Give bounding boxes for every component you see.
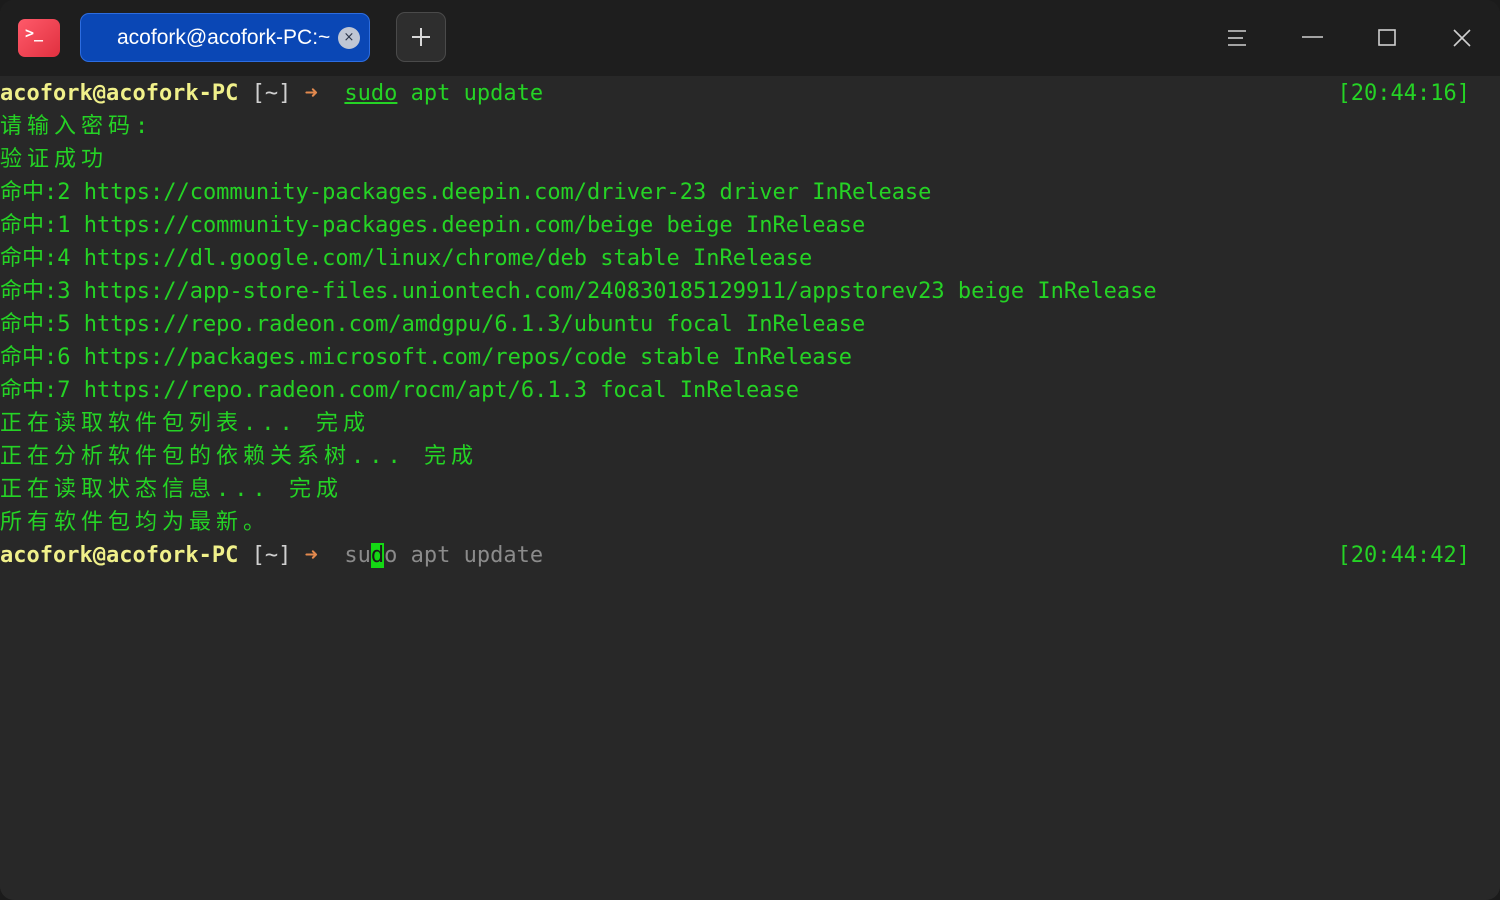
output-line: 正在分析软件包的依赖关系树... 完成	[0, 444, 478, 469]
app-icon-glyph: >_	[25, 24, 44, 42]
prompt-dir: [~]	[251, 543, 292, 568]
output-line: 命中:1 https://community-packages.deepin.c…	[0, 213, 866, 238]
terminal-content[interactable]: acofork@acofork-PC [~] ➜ sudo apt update…	[0, 76, 1500, 900]
output-line: 请输入密码:	[0, 114, 154, 139]
output-line: 验证成功	[0, 147, 109, 172]
prompt-dir: [~]	[251, 81, 292, 106]
new-tab-button[interactable]	[396, 12, 446, 62]
prompt-user-host: acofork@acofork-PC	[0, 543, 239, 568]
title-bar: >_ acofork@acofork-PC:~ ×	[0, 0, 1500, 76]
prompt-timestamp: [20:44:42]	[1337, 543, 1470, 568]
command-sudo: sudo	[344, 81, 398, 106]
typed-text: su	[344, 543, 371, 568]
minimize-icon[interactable]	[1292, 18, 1332, 58]
output-line: 命中:7 https://repo.radeon.com/rocm/apt/6.…	[0, 378, 799, 403]
terminal-app-icon[interactable]: >_	[18, 19, 60, 57]
close-icon[interactable]	[1442, 18, 1482, 58]
output-line: 命中:3 https://app-store-files.uniontech.c…	[0, 279, 1157, 304]
output-line: 命中:4 https://dl.google.com/linux/chrome/…	[0, 246, 813, 271]
prompt-user-host: acofork@acofork-PC	[0, 81, 239, 106]
output-line: 命中:6 https://packages.microsoft.com/repo…	[0, 345, 852, 370]
output-line: 所有软件包均为最新。	[0, 510, 271, 535]
tab-title: acofork@acofork-PC:~	[117, 26, 331, 49]
prompt-arrow-icon: ➜	[304, 543, 318, 568]
text-cursor: d	[370, 543, 385, 568]
prompt-line: acofork@acofork-PC [~] ➜ sudo apt update	[0, 539, 543, 572]
output-line: 命中:2 https://community-packages.deepin.c…	[0, 180, 932, 205]
hamburger-menu-icon[interactable]	[1217, 18, 1257, 58]
output-line: 命中:5 https://repo.radeon.com/amdgpu/6.1.…	[0, 312, 866, 337]
output-line: 正在读取软件包列表... 完成	[0, 411, 370, 436]
prompt-line: acofork@acofork-PC [~] ➜ sudo apt update	[0, 77, 543, 110]
plus-icon	[412, 28, 430, 46]
tab-terminal-session[interactable]: acofork@acofork-PC:~ ×	[80, 13, 370, 62]
output-line: 正在读取状态信息... 完成	[0, 477, 343, 502]
maximize-icon[interactable]	[1367, 18, 1407, 58]
prompt-arrow-icon: ➜	[304, 81, 318, 106]
command-text: apt update	[397, 81, 544, 106]
autosuggestion-text: o apt update	[384, 543, 544, 568]
tab-close-icon[interactable]: ×	[338, 27, 360, 49]
terminal-window: >_ acofork@acofork-PC:~ × acofork@acofor…	[0, 0, 1500, 900]
prompt-timestamp: [20:44:16]	[1337, 81, 1470, 106]
